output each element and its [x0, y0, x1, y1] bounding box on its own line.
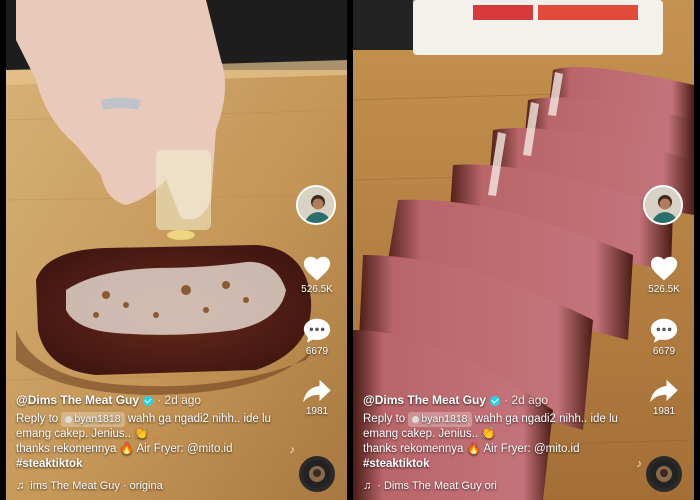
comment-icon	[303, 318, 331, 343]
music-disc[interactable]	[646, 456, 682, 492]
reply-mention[interactable]: byan1818	[408, 412, 472, 427]
reply-prefix: Reply to	[363, 413, 406, 425]
post-time: · 2d ago	[504, 393, 549, 407]
hashtag-link[interactable]: #steaktiktok	[16, 457, 276, 472]
heart-icon	[650, 256, 678, 281]
air-fryer-text[interactable]: Air Fryer: @mito.id	[136, 443, 232, 455]
mention-avatar-icon	[65, 415, 73, 423]
share-count: 1981	[652, 406, 676, 417]
music-title: · Dims The Meat Guy ori	[377, 480, 497, 492]
like-count: 526.5K	[648, 284, 680, 295]
thanks-text: thanks rekomennya	[363, 443, 464, 455]
music-disc[interactable]	[299, 456, 335, 492]
comment-count: 6679	[305, 346, 329, 357]
video-caption: @Dims The Meat Guy · 2d ago Reply to bya…	[363, 393, 623, 472]
caption-text: Reply to byan1818 wahh ga ngadi2 nihh.. …	[16, 412, 276, 442]
reply-mention-user: byan1818	[74, 413, 121, 425]
music-note-icon: ♫	[16, 480, 25, 492]
fire-emoji-icon: 🔥	[119, 443, 134, 455]
creator-name-line[interactable]: @Dims The Meat Guy · 2d ago	[16, 393, 276, 408]
floating-note-icon: ♪	[636, 458, 643, 470]
comment-count: 6679	[652, 346, 676, 357]
verified-badge-icon	[143, 395, 154, 406]
comment-button[interactable]: 6679	[642, 316, 686, 357]
air-fryer-text[interactable]: Air Fryer: @mito.id	[483, 443, 579, 455]
creator-name-line[interactable]: @Dims The Meat Guy · 2d ago	[363, 393, 623, 408]
caption-text: Reply to byan1818 wahh ga ngadi2 nihh.. …	[363, 412, 623, 442]
mention-avatar-icon	[412, 415, 420, 423]
video-panel-left[interactable]: 526.5K 6679 1981 @Dims The Meat Guy · 2d…	[6, 0, 347, 500]
heart-icon	[303, 256, 331, 281]
creator-avatar[interactable]	[643, 185, 683, 225]
verified-badge-icon	[490, 395, 501, 406]
music-bar[interactable]: ♫ ims The Meat Guy · origina	[16, 480, 216, 492]
floating-note-icon: ♪	[289, 444, 296, 456]
like-button[interactable]: 526.5K	[642, 254, 686, 295]
video-caption: @Dims The Meat Guy · 2d ago Reply to bya…	[16, 393, 276, 472]
comment-button[interactable]: 6679	[295, 316, 339, 357]
share-button[interactable]: 1981	[295, 378, 339, 417]
post-time: · 2d ago	[157, 393, 202, 407]
video-panel-right[interactable]: 526.5K 6679 1981 @Dims The Meat Guy · 2d…	[353, 0, 694, 500]
share-count: 1981	[305, 406, 329, 417]
reply-mention-user: byan1818	[421, 413, 468, 425]
comment-icon	[650, 318, 678, 343]
creator-avatar[interactable]	[296, 185, 336, 225]
share-icon	[650, 379, 678, 403]
music-bar[interactable]: ♫ · Dims The Meat Guy ori	[363, 480, 563, 492]
creator-username[interactable]: @Dims The Meat Guy	[16, 393, 139, 408]
like-count: 526.5K	[301, 284, 333, 295]
clap-emoji-icon: 👏	[481, 428, 496, 440]
thanks-line: thanks rekomennya 🔥 Air Fryer: @mito.id	[363, 442, 623, 457]
action-rail: 526.5K 6679 1981	[642, 0, 686, 500]
share-icon	[303, 379, 331, 403]
share-button[interactable]: 1981	[642, 378, 686, 417]
reply-prefix: Reply to	[16, 413, 59, 425]
music-note-icon: ♫	[363, 480, 372, 492]
thanks-line: thanks rekomennya 🔥 Air Fryer: @mito.id	[16, 442, 276, 457]
hashtag-link[interactable]: #steaktiktok	[363, 457, 623, 472]
clap-emoji-icon: 👏	[134, 428, 149, 440]
thanks-text: thanks rekomennya	[16, 443, 117, 455]
fire-emoji-icon: 🔥	[466, 443, 481, 455]
reply-mention[interactable]: byan1818	[61, 412, 125, 427]
creator-username[interactable]: @Dims The Meat Guy	[363, 393, 486, 408]
music-title: ims The Meat Guy · origina	[30, 480, 163, 492]
action-rail: 526.5K 6679 1981	[295, 0, 339, 500]
like-button[interactable]: 526.5K	[295, 254, 339, 295]
